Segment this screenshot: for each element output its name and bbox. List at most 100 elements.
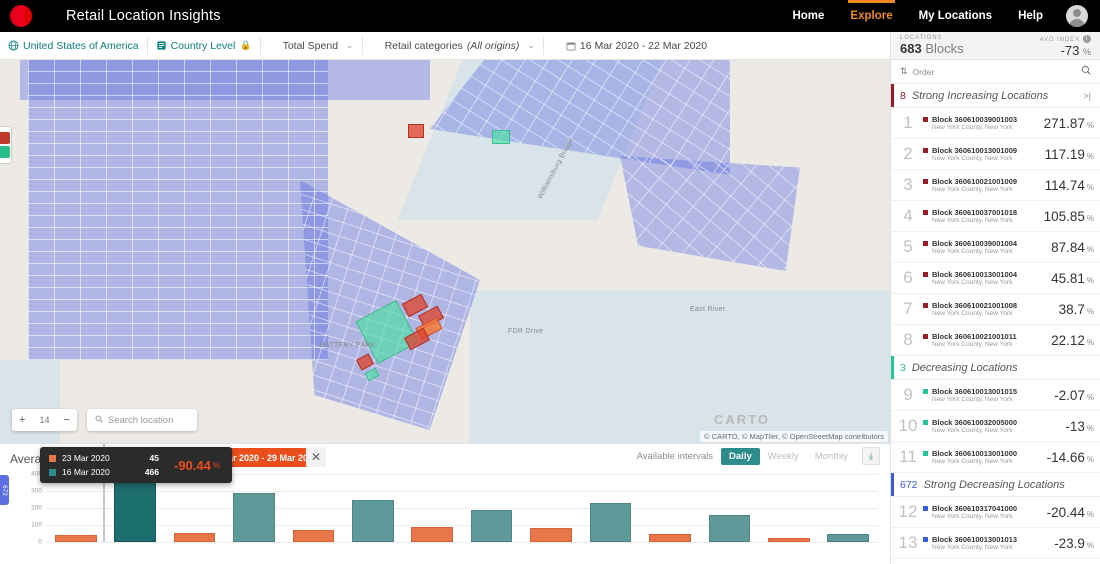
chart-bar-slot[interactable] <box>343 474 402 542</box>
zoom-in-button[interactable]: + <box>12 409 32 431</box>
location-row[interactable]: 1 Block 360610039001003 New York County, N… <box>891 108 1100 139</box>
row-percent: 105.85% <box>1044 209 1100 224</box>
location-group-header[interactable]: 8 Strong Increasing Locations >| <box>891 84 1100 108</box>
row-title: Block 360610021001009 <box>923 177 1045 186</box>
chart-bar[interactable] <box>292 530 335 542</box>
location-row[interactable]: 2 Block 360610013001009 New York County, N… <box>891 139 1100 170</box>
chart-bar[interactable] <box>649 533 691 542</box>
location-row[interactable]: 5 Block 360610039001004 New York County, N… <box>891 232 1100 263</box>
chart-bar[interactable] <box>827 533 869 542</box>
location-group-header[interactable]: 3 Decreasing Locations <box>891 356 1100 380</box>
chart-bar[interactable] <box>708 514 751 542</box>
row-title-text: Block 360610013001009 <box>932 146 1018 155</box>
avatar[interactable] <box>1066 5 1088 27</box>
map-canvas[interactable]: Williamsburg Bridge FDR Drive BATTERY PA… <box>0 60 890 443</box>
row-subtitle: New York County, New York <box>932 458 1013 465</box>
side-tab-count[interactable]: 672 <box>0 475 9 505</box>
nav-explore[interactable]: Explore <box>837 0 905 32</box>
map-block-red-5[interactable] <box>408 124 424 138</box>
location-group-header[interactable]: 672 Strong Decreasing Locations <box>891 473 1100 497</box>
row-percent-unit: % <box>1086 540 1094 550</box>
row-percent-value: -13 <box>1065 418 1085 434</box>
location-row[interactable]: 10 Block 360610032005000 New York County, … <box>891 411 1100 442</box>
filter-daterange[interactable]: 16 Mar 2020 - 22 Mar 2020 <box>544 32 715 60</box>
map-search[interactable]: Search location <box>86 409 197 431</box>
chart-bar[interactable] <box>411 526 454 542</box>
chart-bar[interactable] <box>530 528 572 542</box>
location-row[interactable]: 8 Block 360610021001011 New York County, N… <box>891 325 1100 356</box>
row-title-text: Block 360610317041000 <box>932 504 1018 513</box>
row-percent: -14.66% <box>1047 450 1100 465</box>
row-subtitle: New York County, New York <box>932 186 1013 193</box>
map-block-green-top[interactable] <box>492 130 510 144</box>
filter-categories[interactable]: Retail categories (All origins) ⌄ <box>363 32 543 60</box>
interval-weekly[interactable]: Weekly <box>760 448 807 465</box>
location-row[interactable]: 6 Block 360610013001004 New York County, N… <box>891 263 1100 294</box>
interval-daily[interactable]: Daily <box>721 447 760 465</box>
row-percent-value: -14.66 <box>1046 449 1085 465</box>
chart-bar-slot[interactable] <box>700 474 759 542</box>
filter-country[interactable]: United States of America <box>0 32 147 60</box>
chart-bar-slot[interactable] <box>105 474 164 542</box>
row-percent-value: 38.7 <box>1058 301 1085 317</box>
row-percent-unit: % <box>1086 120 1094 130</box>
chart-bar[interactable] <box>470 509 513 542</box>
location-row[interactable]: 7 Block 360610021001008 New York County, N… <box>891 294 1100 325</box>
location-row[interactable]: 3 Block 360610021001009 New York County, N… <box>891 170 1100 201</box>
chart-bar-slot[interactable] <box>521 474 580 542</box>
map-grid-h <box>28 60 328 360</box>
chart-bar-slot[interactable] <box>284 474 343 542</box>
filter-metric[interactable]: Total Spend ⌄ <box>261 32 362 60</box>
map-legend[interactable] <box>0 126 12 164</box>
chart-panel: Average 23 Mar 2020 - 29 Mar 2020 ✕ Avai… <box>0 443 890 564</box>
location-row[interactable]: 9 Block 360610013001015 New York County, N… <box>891 380 1100 411</box>
search-icon[interactable] <box>1081 65 1091 78</box>
location-row[interactable]: 11 Block 360610013001000 New York County, … <box>891 442 1100 473</box>
chart-bar[interactable] <box>233 492 275 542</box>
row-title: Block 360610013001004 <box>923 270 1051 279</box>
info-icon[interactable]: i <box>1083 35 1091 43</box>
chart-bar[interactable] <box>589 503 632 542</box>
close-icon[interactable]: ✕ <box>306 447 326 467</box>
row-title: Block 360610021001008 <box>923 301 1059 310</box>
expand-icon[interactable]: >| <box>1083 91 1091 101</box>
chart-bar[interactable] <box>352 499 394 542</box>
location-row[interactable]: 12 Block 360610317041000 New York County, … <box>891 497 1100 528</box>
chart-bar-slot[interactable] <box>818 474 877 542</box>
chart-bar-slot[interactable] <box>165 474 224 542</box>
chart-bar[interactable] <box>173 533 216 542</box>
nav-my-locations[interactable]: My Locations <box>906 0 1005 32</box>
chart-bar[interactable] <box>54 535 97 542</box>
chart-bar-slot[interactable] <box>46 474 105 542</box>
intervals-label: Available intervals <box>636 450 714 462</box>
filter-level[interactable]: Country Level 🔒 <box>148 32 260 60</box>
chart-bar-slot[interactable] <box>640 474 699 542</box>
interval-monthly[interactable]: Monthly <box>807 448 856 465</box>
sidebar-order-bar[interactable]: ⇅ Order <box>891 60 1100 84</box>
chart-bar[interactable] <box>114 474 156 542</box>
row-title-text: Block 360610021001009 <box>932 177 1018 186</box>
chart-bar-slot[interactable] <box>224 474 283 542</box>
location-row[interactable]: 13 Block 360610013001013 New York County, … <box>891 528 1100 559</box>
chart-bar-slot[interactable] <box>581 474 640 542</box>
row-index: 2 <box>903 144 913 163</box>
chart-bar[interactable] <box>767 537 810 542</box>
chart-bar-slot[interactable] <box>403 474 462 542</box>
tooltip-row: 16 Mar 2020 466 <box>40 465 168 479</box>
row-title-text: Block 360610037001018 <box>932 208 1018 217</box>
group-label: Strong Increasing Locations <box>911 89 1049 102</box>
zoom-out-button[interactable]: − <box>56 409 76 431</box>
row-percent: 38.7% <box>1059 302 1100 317</box>
order-label: Order <box>912 66 935 77</box>
nav-home[interactable]: Home <box>779 0 837 32</box>
location-row[interactable]: 4 Block 360610037001018 New York County, N… <box>891 201 1100 232</box>
nav-help[interactable]: Help <box>1005 0 1056 32</box>
sort-icon[interactable]: ⇅ <box>900 66 908 77</box>
row-index: 8 <box>903 330 913 349</box>
row-percent-unit: % <box>1086 244 1094 254</box>
row-info: Block 360610021001011 New York County, Ne… <box>921 332 1051 348</box>
legend-swatch-icon <box>49 468 56 476</box>
chart-bar-slot[interactable] <box>462 474 521 542</box>
chart-bar-slot[interactable] <box>759 474 818 542</box>
download-icon[interactable]: ⤓ <box>862 447 880 465</box>
